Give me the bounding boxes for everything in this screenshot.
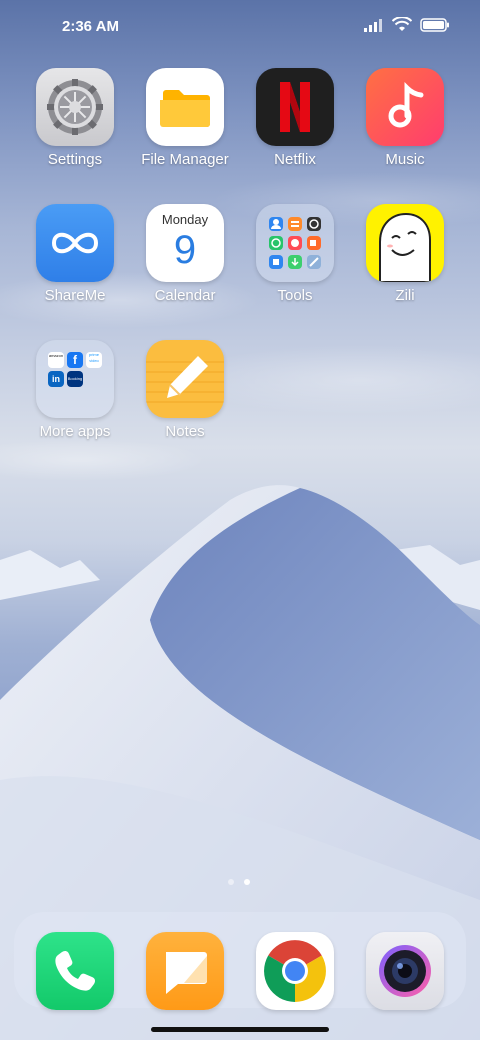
tools-folder-icon xyxy=(256,204,334,282)
app-zili[interactable]: Zili xyxy=(350,204,460,304)
app-label: Zili xyxy=(395,287,415,304)
phone-icon xyxy=(55,950,96,991)
dock-messages[interactable] xyxy=(146,932,224,1010)
folder-icon xyxy=(146,68,224,146)
facebook-icon: f xyxy=(67,352,83,368)
app-notes[interactable]: Notes xyxy=(130,340,240,440)
notes-icon xyxy=(146,340,224,418)
calendar-date: 9 xyxy=(173,228,197,272)
settings-icon xyxy=(36,68,114,146)
app-label: Netflix xyxy=(274,151,316,168)
calendar-icon: Monday 9 xyxy=(146,204,224,282)
booking-icon: Booking xyxy=(67,371,83,387)
home-indicator[interactable] xyxy=(151,1027,329,1032)
dock-phone[interactable] xyxy=(36,932,114,1010)
battery-icon xyxy=(420,17,450,37)
prime-video-icon: prime video xyxy=(86,352,102,368)
app-settings[interactable]: Settings xyxy=(20,68,130,168)
app-shareme[interactable]: ShareMe xyxy=(20,204,130,304)
netflix-icon xyxy=(256,68,334,146)
camera-icon xyxy=(379,945,431,997)
chrome-icon xyxy=(264,940,326,1002)
app-label: Notes xyxy=(165,423,205,440)
status-time: 2:36 AM xyxy=(62,18,119,35)
app-netflix[interactable]: Netflix xyxy=(240,68,350,168)
zili-icon xyxy=(366,204,444,282)
app-file-manager[interactable]: File Manager xyxy=(130,68,240,168)
music-note-icon xyxy=(366,68,444,146)
app-label: Settings xyxy=(47,151,103,168)
dock-camera[interactable] xyxy=(366,932,444,1010)
linkedin-icon: in xyxy=(48,371,64,387)
app-label: Calendar xyxy=(154,287,216,304)
dock-chrome[interactable] xyxy=(256,932,334,1010)
app-label: Tools xyxy=(277,287,313,304)
calendar-day: Monday xyxy=(161,212,209,227)
app-label: More apps xyxy=(39,423,111,440)
page-dot-2[interactable] xyxy=(244,879,250,885)
app-music[interactable]: Music xyxy=(350,68,460,168)
page-dot-1[interactable] xyxy=(228,879,234,885)
amazon-icon: amazon xyxy=(48,352,64,368)
messages-icon xyxy=(166,952,207,994)
more-apps-folder-icon: amazon f prime video in Booking xyxy=(36,340,114,418)
app-label: ShareMe xyxy=(44,287,106,304)
app-label: File Manager xyxy=(141,151,229,168)
app-label: Music xyxy=(385,151,425,168)
status-bar: 2:36 AM xyxy=(0,0,480,56)
signal-icon xyxy=(364,18,384,37)
app-more-apps-folder[interactable]: amazon f prime video in Booking More app… xyxy=(20,340,130,440)
wifi-icon xyxy=(391,16,413,37)
app-tools-folder[interactable]: Tools xyxy=(240,204,350,304)
app-calendar[interactable]: Monday 9 Calendar xyxy=(130,204,240,304)
page-indicator xyxy=(228,879,250,885)
shareme-icon xyxy=(36,204,114,282)
